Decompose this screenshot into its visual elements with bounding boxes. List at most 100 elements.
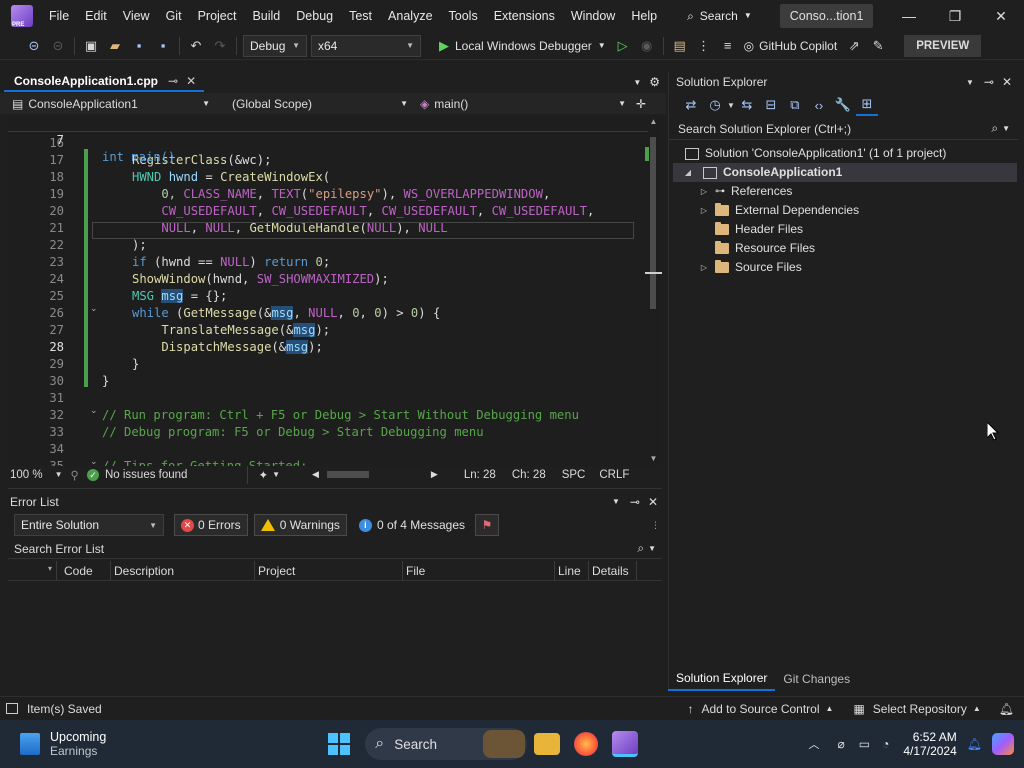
search-icon[interactable]: ⌕ xyxy=(991,121,998,136)
save-all-icon[interactable]: ▪ xyxy=(152,35,174,57)
ai-icon[interactable]: ⚲ xyxy=(71,468,79,482)
tree-item-references[interactable]: ▷ ⊶ References xyxy=(697,182,792,201)
close-icon[interactable]: ✕ xyxy=(1002,75,1012,89)
start-debugging-button[interactable]: ▶ Local Windows Debugger ▼ xyxy=(429,38,606,54)
column-file[interactable]: File xyxy=(406,564,425,578)
github-copilot-button[interactable]: ◎ GitHub Copilot xyxy=(744,39,838,53)
show-all-files-icon[interactable]: ⧉ xyxy=(784,94,806,116)
new-project-icon[interactable]: ▣ xyxy=(80,35,102,57)
error-scope-select[interactable]: Entire Solution ▼ xyxy=(14,514,164,536)
scroll-thumb[interactable] xyxy=(650,137,656,309)
layout-icon[interactable]: ⋮ xyxy=(693,35,715,57)
tree-item-source-files[interactable]: ▷ Source Files xyxy=(697,258,802,277)
chevron-down-icon[interactable]: ▼ xyxy=(727,101,735,110)
menu-item-edit[interactable]: Edit xyxy=(77,0,115,32)
forward-icon[interactable]: ⊝ xyxy=(47,35,69,57)
visual-studio-logo-icon[interactable] xyxy=(11,5,33,28)
menu-item-git[interactable]: Git xyxy=(158,0,190,32)
visual-studio-preview-icon[interactable] xyxy=(612,731,639,757)
display-icon[interactable]: ▭ xyxy=(859,737,870,751)
view-code-icon[interactable]: ‹› xyxy=(808,94,830,116)
close-window-button[interactable]: ✕ xyxy=(978,0,1024,32)
menu-item-test[interactable]: Test xyxy=(341,0,380,32)
global-scope-select[interactable]: (Global Scope) ▼ xyxy=(216,94,414,113)
notification-bell-icon[interactable]: 🔔︎ xyxy=(967,737,982,751)
pin-icon[interactable]: ⊸ xyxy=(630,495,640,509)
configuration-select[interactable]: Debug ▼ xyxy=(243,34,307,57)
error-search-input[interactable]: Search Error List xyxy=(14,542,637,556)
minimize-button[interactable]: — xyxy=(886,0,932,32)
tab-solution-explorer[interactable]: Solution Explorer xyxy=(668,667,776,691)
taskbar-search[interactable]: ⌕ Search xyxy=(365,728,528,760)
chevron-up-icon[interactable]: ︿ xyxy=(809,736,820,752)
pin-icon[interactable]: ⊸ xyxy=(984,75,994,89)
tree-item-external-dependencies[interactable]: ▷ External Dependencies xyxy=(697,201,859,220)
collapsed-arrow-icon[interactable]: ▷ xyxy=(697,201,711,220)
start-without-debugging-icon[interactable]: ▷ xyxy=(612,35,634,57)
chevron-down-icon[interactable]: ▼ xyxy=(272,470,280,479)
clock-time[interactable]: 6:52 AM xyxy=(903,730,957,744)
format-icon[interactable]: ≡ xyxy=(717,35,739,57)
project-node[interactable]: ◢ ConsoleApplication1 xyxy=(673,163,1017,182)
menu-item-debug[interactable]: Debug xyxy=(288,0,341,32)
browse-folder-icon[interactable]: ▤ xyxy=(669,35,691,57)
line-indicator[interactable]: Ln: 28 xyxy=(464,469,496,481)
output-icon[interactable] xyxy=(6,703,18,714)
tree-item-header-files[interactable]: Header Files xyxy=(715,220,803,239)
solution-title[interactable]: Conso...tion1 xyxy=(779,4,874,28)
tree-item-resource-files[interactable]: Resource Files xyxy=(715,239,815,258)
menu-item-analyze[interactable]: Analyze xyxy=(380,0,440,32)
error-list-search[interactable]: Search Error List ⌕ ▼ xyxy=(8,539,662,559)
collapse-all-icon[interactable]: ⊟ xyxy=(760,94,782,116)
issues-status[interactable]: No issues found xyxy=(105,469,187,481)
menu-item-build[interactable]: Build xyxy=(244,0,288,32)
file-explorer-icon[interactable] xyxy=(534,733,561,755)
vertical-scrollbar[interactable]: ▲ ▼ xyxy=(645,117,662,466)
member-select[interactable]: ◈ main() ▼ xyxy=(414,94,632,113)
menu-item-tools[interactable]: Tools xyxy=(441,0,486,32)
platform-select[interactable]: x64 ▼ xyxy=(311,34,421,57)
filter-button[interactable]: ⚑ xyxy=(475,514,499,536)
chevron-down-icon[interactable]: ▼ xyxy=(1002,124,1010,133)
collapsed-arrow-icon[interactable]: ▷ xyxy=(697,182,711,201)
open-folder-icon[interactable]: ▰ xyxy=(104,35,126,57)
share-icon[interactable]: ⇗ xyxy=(843,35,865,57)
menu-item-view[interactable]: View xyxy=(115,0,158,32)
select-repository-button[interactable]: ▦ Select Repository ▲ xyxy=(853,702,980,716)
chevron-down-icon[interactable]: ▼ xyxy=(966,78,974,87)
close-tab-icon[interactable]: ✕ xyxy=(186,74,196,88)
sync-icon[interactable]: ⇆ xyxy=(736,94,758,116)
chevron-down-icon[interactable]: ▼ xyxy=(55,470,63,479)
zoom-level[interactable]: 100 % xyxy=(10,469,43,481)
collapsed-arrow-icon[interactable]: ▷ xyxy=(697,258,711,277)
menu-item-file[interactable]: File xyxy=(41,0,77,32)
start-windows-icon[interactable] xyxy=(324,729,354,759)
tab-git-changes[interactable]: Git Changes xyxy=(775,668,858,690)
switch-views-icon[interactable]: ⇄ xyxy=(680,94,702,116)
messages-filter-button[interactable]: i 0 of 4 Messages xyxy=(358,518,465,532)
collapse-icon[interactable]: ⌄ xyxy=(90,456,98,466)
menu-item-extensions[interactable]: Extensions xyxy=(486,0,563,32)
chevron-down-icon[interactable]: ▼ xyxy=(648,544,656,553)
preview-badge[interactable]: PREVIEW xyxy=(904,34,982,57)
scroll-left-icon[interactable]: ◀ xyxy=(312,469,319,480)
code-cleanup-icon[interactable]: ✦ xyxy=(258,468,268,482)
line-ending-indicator[interactable]: CRLF xyxy=(599,469,629,481)
feedback-icon[interactable]: ✎ xyxy=(867,35,889,57)
menu-item-project[interactable]: Project xyxy=(190,0,245,32)
properties-icon[interactable]: 🔧 xyxy=(832,94,854,116)
widgets-button[interactable]: Upcoming Earnings xyxy=(20,730,106,758)
network-icon[interactable]: ⌀ xyxy=(838,737,845,751)
column-description[interactable]: Description xyxy=(114,564,174,578)
back-icon[interactable]: ⊝ xyxy=(23,35,45,57)
clock-date[interactable]: 4/17/2024 xyxy=(903,744,956,758)
tab-overflow-icon[interactable]: ▼ xyxy=(633,78,641,87)
copilot-app-icon[interactable] xyxy=(992,733,1014,755)
error-list-body[interactable] xyxy=(8,582,662,689)
preview-selected-icon[interactable]: ⊞ xyxy=(855,94,878,116)
chevron-down-icon[interactable]: ▼ xyxy=(612,497,620,506)
tab-consoleapplication1-cpp[interactable]: ConsoleApplication1.cpp ⊸ ✕ xyxy=(4,72,205,92)
more-options-icon[interactable]: ⋮ xyxy=(651,520,660,531)
column-sort-icon[interactable]: ▾ xyxy=(48,564,52,573)
hot-reload-icon[interactable]: ◉ xyxy=(636,35,658,57)
